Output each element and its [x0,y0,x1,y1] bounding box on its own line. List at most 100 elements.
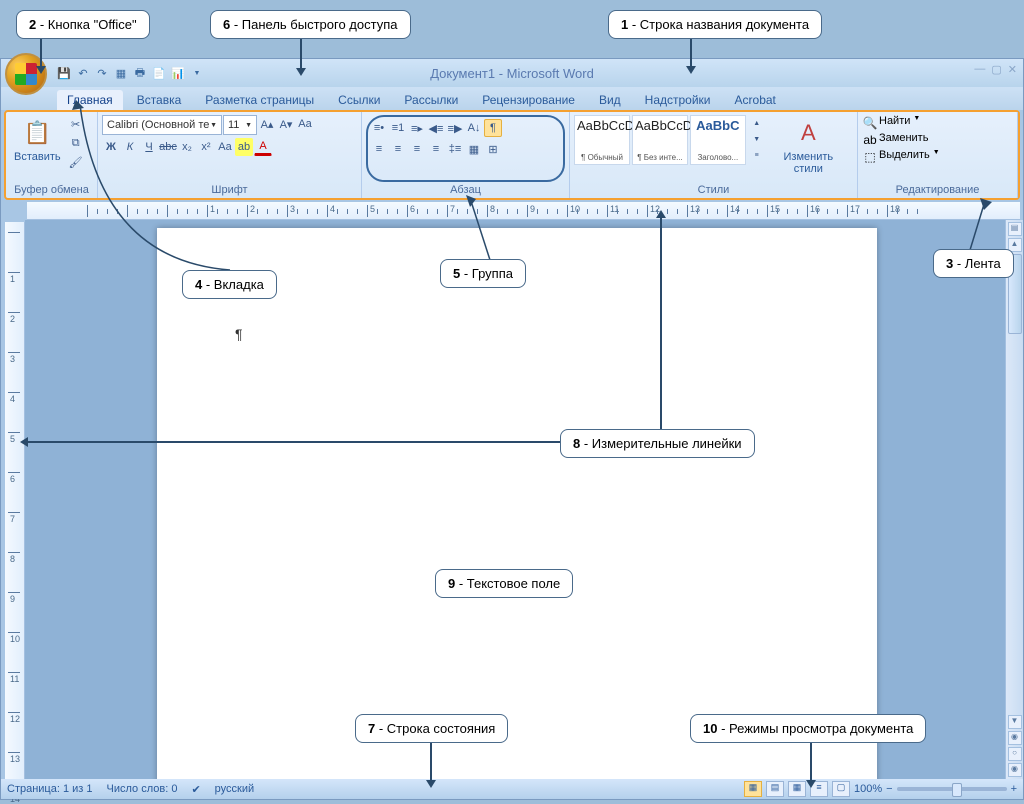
justify-icon[interactable]: ≡ [427,140,445,158]
tab-review[interactable]: Рецензирование [472,90,585,110]
italic-icon[interactable]: К [121,138,139,156]
word-count[interactable]: Число слов: 0 [107,783,178,795]
show-marks-icon[interactable]: ¶ [484,119,502,137]
group-editing: 🔍Найти▼ abЗаменить ⬚Выделить▼ Редактиров… [858,112,1018,198]
paste-button[interactable]: 📋 Вставить [10,115,65,165]
proofing-icon[interactable]: ✔ [191,783,200,796]
qat-btn[interactable]: 🖶 [131,64,149,82]
group-paragraph: ≡• ≡1 ≡▸ ◀≡ ≡▶ A↓ ¶ ≡ ≡ ≡ ≡ ‡≡ ▦ ⊞ [362,112,570,198]
format-painter-icon[interactable]: 🖌 [67,153,85,171]
prev-page-icon[interactable]: ◉ [1008,731,1022,745]
ruler-toggle-icon[interactable]: ▤ [1008,222,1022,236]
language-status[interactable]: русский [215,783,254,795]
tab-references[interactable]: Ссылки [328,90,390,110]
group-styles: AaBbCcDd¶ Обычный AaBbCcDd¶ Без инте... … [570,112,858,198]
redo-icon[interactable]: ↷ [93,64,111,82]
cut-icon[interactable]: ✂ [67,115,85,133]
word-window: 💾 ↶ ↷ ▦ 🖶 📄 📊 ▼ Документ1 - Microsoft Wo… [0,58,1024,800]
decrease-indent-icon[interactable]: ◀≡ [427,119,445,137]
numbering-icon[interactable]: ≡1 [389,119,407,137]
style-tile[interactable]: AaBbCcDd¶ Без инте... [632,115,688,165]
font-size-combo[interactable]: 11▼ [223,115,257,135]
callout-6: 6 - Панель быстрого доступа [210,10,411,39]
style-tile[interactable]: AaBbCЗаголово... [690,115,746,165]
highlight-icon[interactable]: ab [235,138,253,156]
align-right-icon[interactable]: ≡ [408,140,426,158]
undo-icon[interactable]: ↶ [74,64,92,82]
tab-addins[interactable]: Надстройки [635,90,721,110]
reading-view-icon[interactable]: ▤ [766,781,784,797]
change-case-icon[interactable]: Aa [216,138,234,156]
shading-icon[interactable]: ▦ [465,140,483,158]
qat-dropdown-icon[interactable]: ▼ [188,64,206,82]
minimize-icon[interactable]: — [974,63,985,76]
clear-format-icon[interactable]: Aa [296,115,314,133]
font-color-icon[interactable]: A [254,138,272,156]
font-name-combo[interactable]: Calibri (Основной те▼ [102,115,222,135]
change-styles-button[interactable]: A Изменить стили [764,115,853,177]
qat-btn[interactable]: 📄 [150,64,168,82]
increase-indent-icon[interactable]: ≡▶ [446,119,464,137]
zoom-value[interactable]: 100% [854,783,882,795]
save-icon[interactable]: 💾 [55,64,73,82]
align-center-icon[interactable]: ≡ [389,140,407,158]
sort-icon[interactable]: A↓ [465,119,483,137]
next-page-icon[interactable]: ◉ [1008,763,1022,777]
callout-4: 4 - Вкладка [182,270,277,299]
horizontal-ruler[interactable]: 123456789101112131415161718 [27,202,1020,220]
replace-button[interactable]: abЗаменить [862,132,928,148]
tab-layout[interactable]: Разметка страницы [195,90,324,110]
callout-2: 2 - Кнопка "Office" [16,10,150,39]
ribbon-tabs: Главная Вставка Разметка страницы Ссылки… [1,87,1023,110]
callout-5: 5 - Группа [440,259,526,288]
vertical-scrollbar[interactable]: ▤ ▲ ▼ ◉ ○ ◉ [1005,220,1023,779]
grow-font-icon[interactable]: A▴ [258,115,276,133]
subscript-icon[interactable]: x₂ [178,138,196,156]
group-font: Calibri (Основной те▼ 11▼ A▴ A▾ Aa Ж К Ч… [98,112,362,198]
superscript-icon[interactable]: x² [197,138,215,156]
find-button[interactable]: 🔍Найти▼ [862,115,920,131]
browse-icon[interactable]: ○ [1008,747,1022,761]
vertical-ruler[interactable]: 1234567891011121314 [5,222,25,779]
underline-icon[interactable]: Ч [140,138,158,156]
callout-1: 1 - Строка названия документа [608,10,822,39]
tab-insert[interactable]: Вставка [127,90,192,110]
find-icon: 🔍 [862,115,878,131]
select-button[interactable]: ⬚Выделить▼ [862,149,940,165]
multilevel-icon[interactable]: ≡▸ [408,119,426,137]
document-area[interactable]: ¶ [25,220,1005,779]
quick-access-toolbar: 💾 ↶ ↷ ▦ 🖶 📄 📊 ▼ [55,64,206,82]
office-button[interactable] [5,53,47,95]
qat-btn[interactable]: 📊 [169,64,187,82]
close-icon[interactable]: ✕ [1008,63,1017,76]
qat-btn[interactable]: ▦ [112,64,130,82]
shrink-font-icon[interactable]: A▾ [277,115,295,133]
callout-8: 8 - Измерительные линейки [560,429,755,458]
page-status[interactable]: Страница: 1 из 1 [7,783,93,795]
select-icon: ⬚ [862,149,878,165]
maximize-icon[interactable]: ▢ [991,63,1001,76]
bullets-icon[interactable]: ≡• [370,119,388,137]
borders-icon[interactable]: ⊞ [484,140,502,158]
tab-acrobat[interactable]: Acrobat [725,90,786,110]
callout-9: 9 - Текстовое поле [435,569,573,598]
ribbon: 📋 Вставить ✂ ⧉ 🖌 Буфер обмена Calibri (О… [4,110,1020,200]
align-left-icon[interactable]: ≡ [370,140,388,158]
style-tile[interactable]: AaBbCcDd¶ Обычный [574,115,630,165]
bold-icon[interactable]: Ж [102,138,120,156]
tab-view[interactable]: Вид [589,90,631,110]
zoom-out-icon[interactable]: − [886,783,892,795]
print-layout-view-icon[interactable]: ▦ [744,781,762,797]
copy-icon[interactable]: ⧉ [67,134,85,152]
page[interactable]: ¶ [157,228,877,779]
strike-icon[interactable]: abc [159,138,177,156]
scroll-down-icon[interactable]: ▼ [1008,715,1022,729]
tab-home[interactable]: Главная [57,90,123,110]
web-view-icon[interactable]: ▦ [788,781,806,797]
draft-view-icon[interactable]: ▢ [832,781,850,797]
outline-view-icon[interactable]: ≡ [810,781,828,797]
line-spacing-icon[interactable]: ‡≡ [446,140,464,158]
zoom-in-icon[interactable]: + [1011,783,1017,795]
tab-mailings[interactable]: Рассылки [394,90,468,110]
zoom-slider[interactable] [897,787,1007,791]
